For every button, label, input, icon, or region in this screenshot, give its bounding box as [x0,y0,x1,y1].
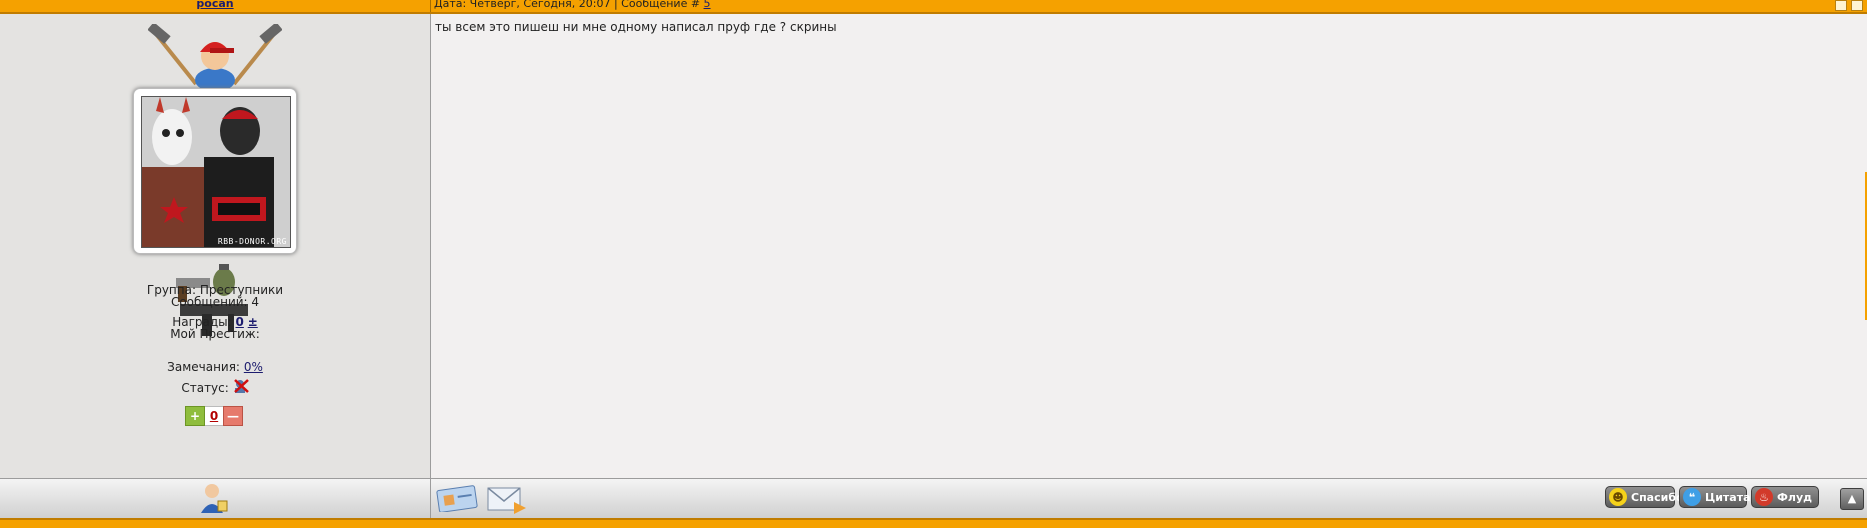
post-number-link[interactable]: 5 [704,0,711,10]
post-body: ты всем это пишеш ни мне одному написал … [431,14,1867,478]
warnings-line: Замечания: 0% [0,360,430,374]
report-icon[interactable] [1835,0,1847,11]
rep-value-link[interactable]: 0 [205,406,223,426]
quote-button[interactable]: ❝ Цитата [1679,486,1751,508]
mail-icon[interactable] [486,484,528,514]
post-header: pocan Дата: Четверг, Сегодня, 20:07 | Со… [0,0,1867,14]
avatar-image: RBB-DONOR.ORG [141,96,291,248]
quote-icon: ❝ [1683,488,1701,506]
post-date: Дата: Четверг, Сегодня, 20:07 | Сообщени… [434,0,701,10]
rep-plus-button[interactable]: + [185,406,205,426]
user-post-count: Сообщений: 4 [170,295,260,309]
edit-icon[interactable] [1851,0,1863,11]
flood-label: Флуд [1777,490,1813,504]
offline-status-icon [233,379,249,393]
prestige-label: Мой Престиж: [170,327,260,341]
business-card-icon[interactable] [436,484,480,512]
status-line: Статус: [0,379,430,395]
username-cell: pocan [0,0,431,12]
reputation-control: + 0 — [185,406,243,426]
post-message: ты всем это пишеш ни мне одному написал … [435,20,837,34]
post-meta: Дата: Четверг, Сегодня, 20:07 | Сообщени… [434,0,711,10]
status-label: Статус: [181,381,229,395]
warnings-value-link[interactable]: 0% [244,360,263,374]
fire-icon: ♨ [1755,488,1773,506]
thanks-label: Спасибо [1631,490,1684,504]
scroll-up-icon[interactable]: ▲ [1840,488,1864,510]
rep-minus-button[interactable]: — [223,406,243,426]
post-footer-toolbar: ☻ Спасибо ❝ Цитата ♨ Флуд ▲ [0,478,1867,519]
footer-user-cell [0,479,431,519]
user-panel: RBB-DONOR.ORG Группа: Преступники Сообще… [0,14,431,478]
hammers-user-icon [148,24,282,92]
avatar-watermark: RBB-DONOR.ORG [217,237,287,246]
footer-accent-strip [0,518,1867,528]
avatar: RBB-DONOR.ORG [133,88,297,254]
flood-button[interactable]: ♨ Флуд [1751,486,1819,508]
thanks-button[interactable]: ☻ Спасибо [1605,486,1684,508]
warnings-label: Замечания: [167,360,240,374]
quote-label: Цитата [1705,490,1751,504]
post-header-icons [1835,0,1863,11]
user-profile-icon[interactable] [200,483,228,513]
username-link[interactable]: pocan [0,0,430,10]
smile-icon: ☻ [1609,488,1627,506]
